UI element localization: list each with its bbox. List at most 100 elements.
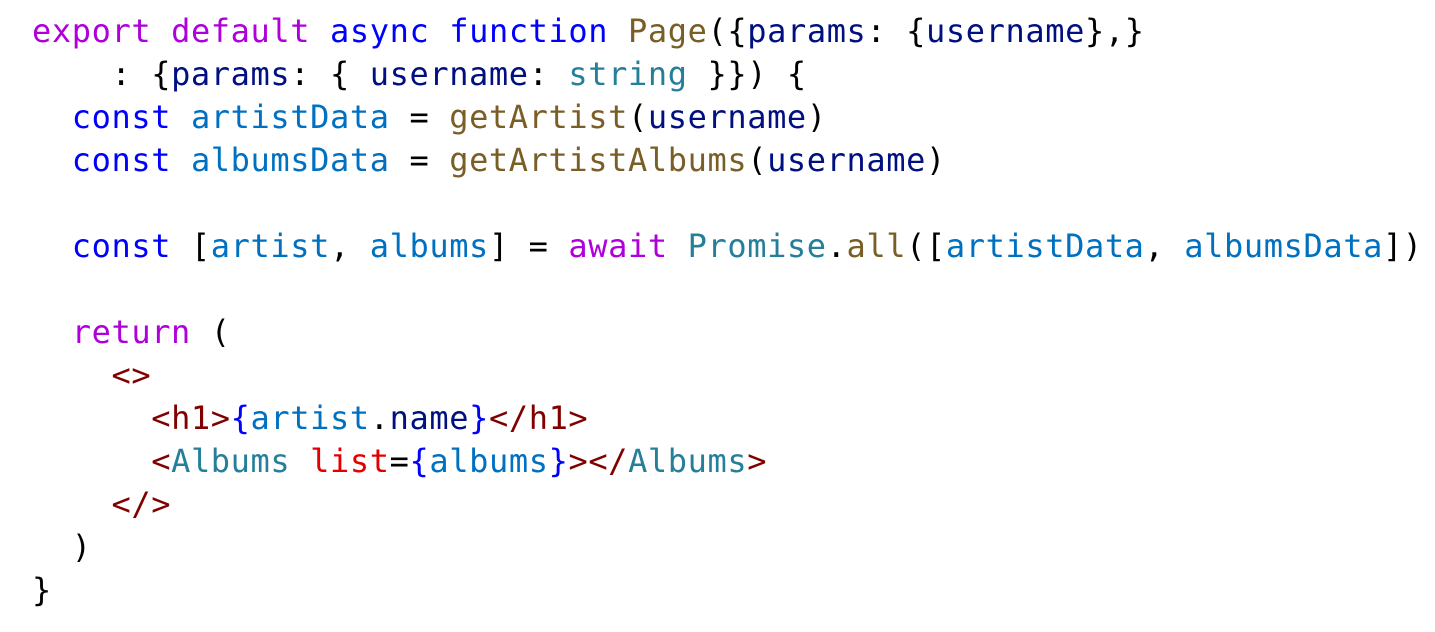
code-token: list <box>310 442 390 480</box>
code-token: : <box>528 55 569 93</box>
code-token: getArtistAlbums <box>449 141 748 179</box>
code-token: username <box>926 12 1085 50</box>
code-token: albums <box>429 442 549 480</box>
code-token: } <box>32 571 52 609</box>
code-token: await <box>568 227 668 265</box>
code-token: artistData <box>945 227 1145 265</box>
code-token: ([ <box>906 227 946 265</box>
code-token: , <box>330 227 370 265</box>
code-token: <h1> <box>151 399 231 437</box>
code-token: : { <box>866 12 927 50</box>
code-token: async <box>330 12 430 50</box>
code-line: const [artist, albums] = await Promise.a… <box>32 225 1423 268</box>
code-token: artist <box>250 399 370 437</box>
code-token: Page <box>628 12 708 50</box>
code-token: ) <box>32 528 92 566</box>
code-token: = <box>389 442 410 480</box>
code-token: ( <box>747 141 768 179</box>
code-line: return ( <box>32 311 1423 354</box>
code-token: = <box>389 98 450 136</box>
code-token: ( <box>190 313 231 351</box>
code-token: default <box>171 12 311 50</box>
code-token: > <box>747 442 768 480</box>
code-token: albumsData <box>190 141 390 179</box>
code-token: username <box>647 98 807 136</box>
code-token: artistData <box>190 98 390 136</box>
code-token: function <box>449 12 609 50</box>
code-token: ) <box>806 98 827 136</box>
code-token: <> <box>111 356 152 394</box>
code-line: <> <box>32 354 1423 397</box>
code-token: username <box>767 141 926 179</box>
code-token: ({ <box>707 12 748 50</box>
code-token: { <box>409 442 430 480</box>
code-token: const <box>71 141 172 179</box>
code-line: ) <box>32 526 1423 569</box>
code-line: </> <box>32 483 1423 526</box>
code-token: ( <box>628 98 648 136</box>
code-token: ] = <box>488 227 569 265</box>
code-token: } <box>548 442 569 480</box>
code-token: . <box>369 399 390 437</box>
code-token: : { <box>32 55 172 93</box>
code-line: const albumsData = getArtistAlbums(usern… <box>32 139 1423 182</box>
code-line: const artistData = getArtist(username) <box>32 96 1423 139</box>
code-token: albums <box>369 227 489 265</box>
code-token: [ <box>171 227 211 265</box>
code-token: , <box>1144 227 1185 265</box>
code-token: < <box>151 442 172 480</box>
code-token: </> <box>111 485 172 523</box>
code-token: ) <box>926 141 946 179</box>
code-token: { <box>230 399 251 437</box>
code-token: params <box>747 12 867 50</box>
code-token: const <box>71 227 172 265</box>
code-token: params <box>171 55 291 93</box>
code-line: : {params: { username: string }}) { <box>32 53 1423 96</box>
code-token: Albums <box>628 442 748 480</box>
code-token: name <box>389 399 470 437</box>
code-token: : { <box>290 55 370 93</box>
code-line: export default async function Page({para… <box>32 10 1423 53</box>
code-token: export <box>32 12 152 50</box>
code-line: <Albums list={albums}></Albums> <box>32 440 1423 483</box>
code-token: = <box>389 141 450 179</box>
code-token: ></ <box>568 442 629 480</box>
code-line: } <box>32 569 1423 612</box>
code-token: username <box>369 55 529 93</box>
code-token: . <box>826 227 847 265</box>
code-line: <h1>{artist.name}</h1> <box>32 397 1423 440</box>
code-token: }}) { <box>687 55 807 93</box>
code-token: Promise <box>687 227 827 265</box>
code-token: artist <box>210 227 330 265</box>
code-token: },} <box>1084 12 1145 50</box>
code-token: all <box>846 227 907 265</box>
code-token: } <box>469 399 489 437</box>
code-block: export default async function Page({para… <box>32 10 1423 612</box>
code-token: string <box>568 55 688 93</box>
code-token: return <box>71 313 191 351</box>
code-token: albumsData <box>1184 227 1383 265</box>
code-token: getArtist <box>449 98 628 136</box>
code-token: </h1> <box>488 399 589 437</box>
code-token: Albums <box>171 442 291 480</box>
code-token: const <box>71 98 172 136</box>
code-token: ]) <box>1382 227 1423 265</box>
